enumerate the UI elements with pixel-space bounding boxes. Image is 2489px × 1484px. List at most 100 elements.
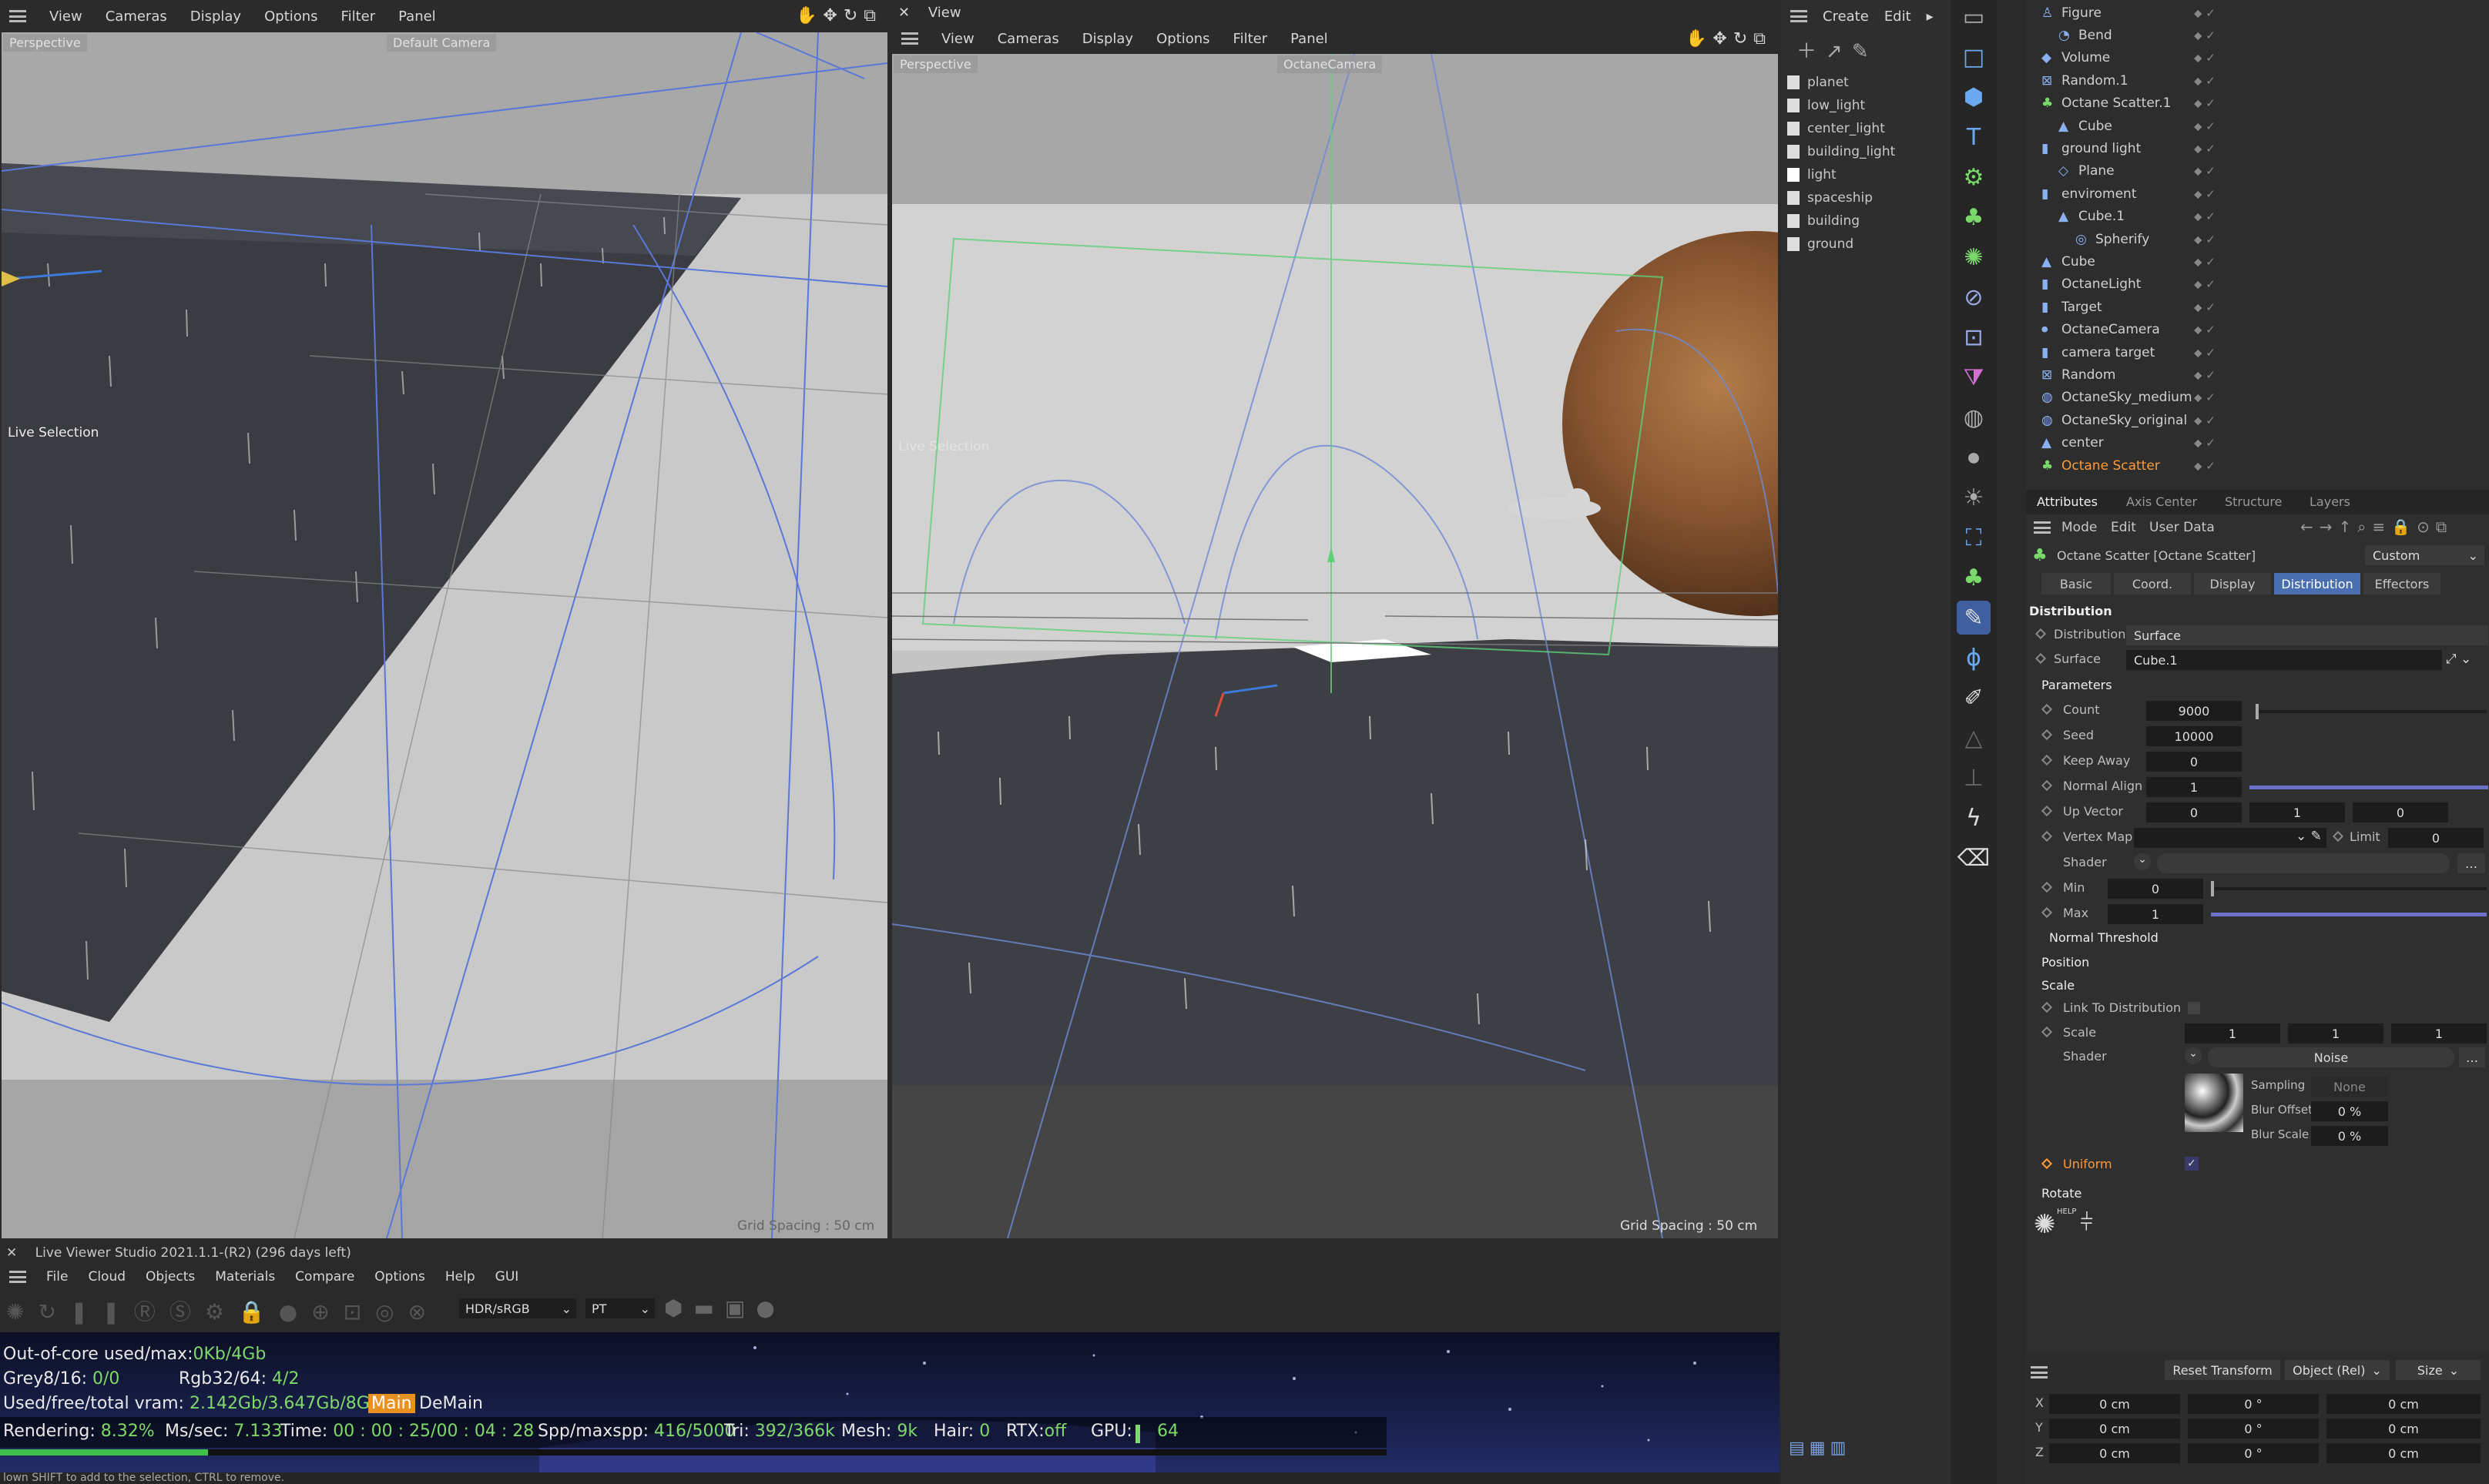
- pick-icon[interactable]: ⌄ ✎: [2296, 829, 2322, 844]
- text-icon[interactable]: T: [1957, 120, 1991, 154]
- list-item[interactable]: light: [1781, 163, 1951, 186]
- visibility-toggle-icon[interactable]: ⬥ ✓: [2194, 51, 2216, 65]
- menu-panel[interactable]: Panel: [1290, 31, 1328, 47]
- uniform-checkbox[interactable]: ✓: [2185, 1157, 2199, 1171]
- scale-x[interactable]: 1: [2185, 1023, 2280, 1043]
- object-tree-row[interactable]: ◍ OctaneSky_medium ⬥ ✓: [2026, 387, 2489, 409]
- menu-panel[interactable]: Panel: [398, 8, 436, 25]
- visibility-toggle-icon[interactable]: ⬥ ✓: [2194, 119, 2216, 133]
- min-slider[interactable]: [2211, 881, 2487, 896]
- size-y-input[interactable]: 0 cm: [2326, 1419, 2481, 1439]
- object-tree-row[interactable]: ◍ OctaneSky_original ⬥ ✓: [2026, 409, 2489, 431]
- keep-away-input[interactable]: 0: [2146, 752, 2242, 772]
- add-icon[interactable]: ＋: [1796, 40, 1826, 63]
- slider-handle[interactable]: [2211, 881, 2214, 896]
- curve-icon[interactable]: ϟ: [1957, 801, 1991, 835]
- object-tree-row[interactable]: ▲ Cube ⬥ ✓: [2026, 250, 2489, 273]
- spline-icon[interactable]: ⊘: [1957, 280, 1991, 314]
- menu-cameras[interactable]: Cameras: [106, 8, 167, 25]
- object-tree-row[interactable]: ◔ Bend ⬥ ✓: [2026, 24, 2489, 46]
- object-tree-row[interactable]: ▲ Cube.1 ⬥ ✓: [2026, 206, 2489, 228]
- rot-z-input[interactable]: 0 °: [2188, 1443, 2319, 1463]
- visibility-toggle-icon[interactable]: ⬥ ✓: [2194, 323, 2216, 337]
- normal-threshold-group[interactable]: Normal Threshold: [2049, 930, 2159, 945]
- keyframe-icon[interactable]: [2041, 1001, 2053, 1013]
- graph-icon[interactable]: ⫩: [2080, 1209, 2114, 1243]
- keyframe-icon[interactable]: [2332, 830, 2344, 842]
- keyframe-icon[interactable]: [2041, 906, 2053, 919]
- object-tree-row[interactable]: ▮ ground light ⬥ ✓: [2026, 137, 2489, 159]
- reset-transform-button[interactable]: Reset Transform: [2165, 1360, 2280, 1380]
- pick-icon[interactable]: ⤢ ⌄: [2446, 652, 2471, 667]
- keyframe-icon[interactable]: [2041, 729, 2053, 741]
- viewport-nav-icons[interactable]: ✋✥↻⧉: [1686, 29, 1772, 49]
- color-space-dropdown[interactable]: HDR/sRGB ⌄: [459, 1298, 576, 1318]
- arrow-right-icon[interactable]: ▸: [1927, 8, 1934, 25]
- deformer-icon[interactable]: ⚙: [1957, 160, 1991, 194]
- noise-preview-thumbnail[interactable]: [2185, 1074, 2243, 1132]
- subtab-distribution[interactable]: Distribution: [2274, 573, 2360, 595]
- volume-icon[interactable]: ⊡: [1957, 320, 1991, 354]
- visibility-toggle-icon[interactable]: ⬥ ✓: [2194, 277, 2216, 291]
- viewport-nav-icons[interactable]: ✋✥↻⧉: [796, 6, 882, 25]
- list-item[interactable]: building: [1781, 209, 1951, 233]
- object-tree-row[interactable]: ♣ Octane Scatter ⬥ ✓: [2026, 454, 2489, 477]
- visibility-toggle-icon[interactable]: ⬥ ✓: [2194, 233, 2216, 246]
- cube-icon[interactable]: ⬢: [1957, 80, 1991, 114]
- visibility-toggle-icon[interactable]: ⬥ ✓: [2194, 28, 2216, 42]
- parameters-group[interactable]: Parameters: [2041, 678, 2112, 692]
- scatter-tool-icon[interactable]: ♣: [1957, 561, 1991, 595]
- sculpt-icon[interactable]: △: [1957, 721, 1991, 755]
- camera-icon[interactable]: ⏺: [1957, 441, 1991, 474]
- distribution-dropdown[interactable]: Surface: [2126, 625, 2488, 645]
- visibility-toggle-icon[interactable]: ⬥ ✓: [2194, 368, 2216, 382]
- subtab-basic[interactable]: Basic: [2041, 573, 2111, 595]
- normal-align-input[interactable]: 1: [2146, 777, 2242, 797]
- menu-edit[interactable]: Edit: [2111, 520, 2136, 535]
- keyframe-icon[interactable]: [2041, 805, 2053, 817]
- rotate-group[interactable]: Rotate: [2041, 1186, 2081, 1201]
- menu-objects[interactable]: Objects: [146, 1269, 195, 1285]
- visibility-toggle-icon[interactable]: ⬥ ✓: [2194, 390, 2216, 404]
- right-camera-label[interactable]: OctaneCamera: [1277, 55, 1383, 73]
- tab-layers[interactable]: Layers: [2310, 494, 2350, 509]
- pos-z-input[interactable]: 0 cm: [2049, 1443, 2180, 1463]
- menu-icon[interactable]: [2031, 1366, 2048, 1378]
- menu-mode[interactable]: Mode: [2061, 520, 2097, 535]
- square-icon[interactable]: □: [1957, 40, 1991, 74]
- object-tree-row[interactable]: ▮ OctaneLight ⬥ ✓: [2026, 273, 2489, 296]
- picker-icon[interactable]: ✎: [1852, 40, 1878, 63]
- object-tree-row[interactable]: ▮ camera target ⬥ ✓: [2026, 341, 2489, 363]
- list-item[interactable]: low_light: [1781, 94, 1951, 117]
- render-toolbar-icons[interactable]: ✺↻❚❚ⓇⓈ⚙🔒●⊕⊡◎⊗: [6, 1295, 440, 1326]
- blur-offset-input[interactable]: 0 %: [2311, 1101, 2388, 1121]
- menu-display[interactable]: Display: [190, 8, 241, 25]
- scale-shader-dropdown[interactable]: ⌄: [2185, 1047, 2202, 1064]
- menu-view[interactable]: View: [49, 8, 82, 25]
- menu-edit[interactable]: Edit: [1884, 8, 1911, 25]
- list-item[interactable]: planet: [1781, 71, 1951, 94]
- slider-handle[interactable]: [2256, 704, 2259, 719]
- subtab-effectors[interactable]: Effectors: [2363, 573, 2440, 595]
- visibility-toggle-icon[interactable]: ⬥ ✓: [2194, 459, 2216, 473]
- keyframe-icon[interactable]: [2041, 1157, 2053, 1170]
- view-shape-icons[interactable]: ⬢▬▣●: [664, 1295, 786, 1321]
- coord-mode-dropdown[interactable]: Object (Rel) ⌄: [2285, 1360, 2390, 1380]
- object-tree-row[interactable]: ♣ Octane Scatter.1 ⬥ ✓: [2026, 92, 2489, 115]
- menu-filter[interactable]: Filter: [1233, 31, 1268, 47]
- menu-options[interactable]: Options: [264, 8, 317, 25]
- visibility-toggle-icon[interactable]: ⬥ ✓: [2194, 414, 2216, 427]
- object-tree-row[interactable]: ⏺ OctaneCamera ⬥ ✓: [2026, 318, 2489, 340]
- tab-attributes[interactable]: Attributes: [2037, 494, 2098, 509]
- left-viewport-canvas[interactable]: Perspective Default Camera Live Selectio…: [2, 32, 887, 1238]
- menu-icon[interactable]: [2034, 521, 2051, 534]
- max-slider[interactable]: [2211, 913, 2487, 916]
- menu-cameras[interactable]: Cameras: [998, 31, 1059, 47]
- keyframe-icon[interactable]: [2041, 1026, 2053, 1038]
- keyframe-icon[interactable]: [2034, 652, 2047, 665]
- position-group[interactable]: Position: [2041, 955, 2089, 970]
- visibility-toggle-icon[interactable]: ⬥ ✓: [2194, 436, 2216, 450]
- left-camera-label[interactable]: Default Camera: [387, 34, 497, 52]
- select-rect-icon[interactable]: ▭: [1957, 0, 1991, 34]
- normal-align-slider[interactable]: [2249, 786, 2488, 789]
